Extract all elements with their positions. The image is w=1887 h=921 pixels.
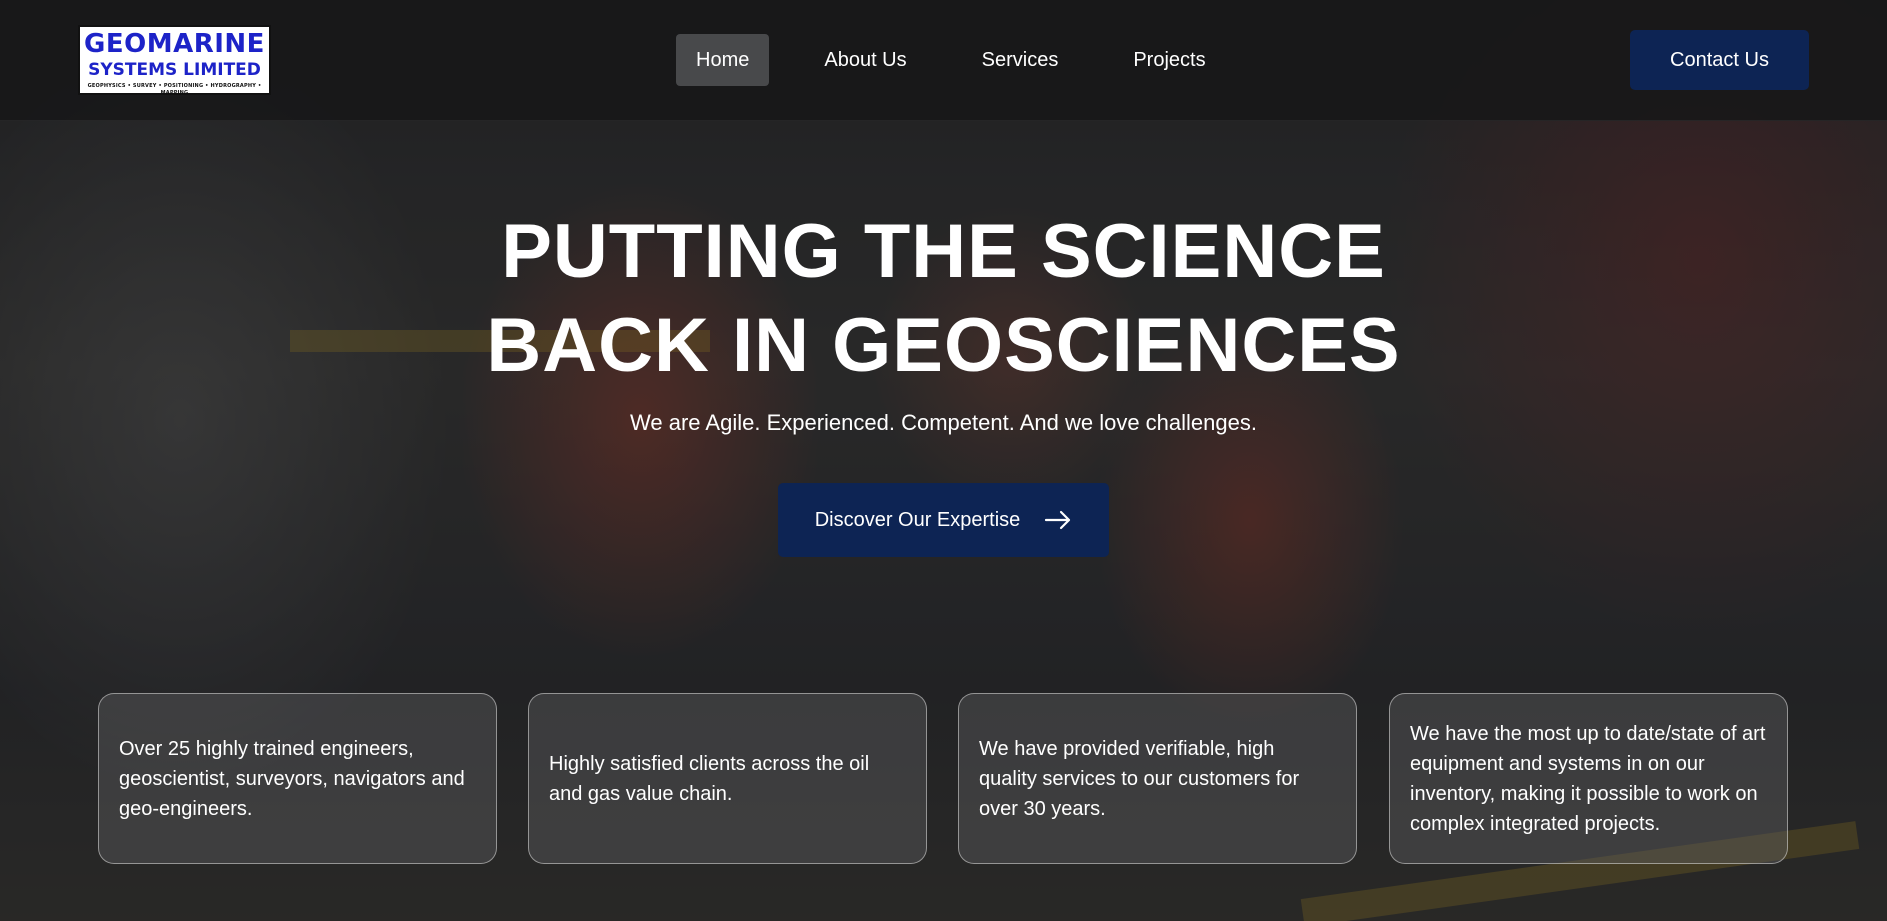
feature-card-text: We have the most up to date/state of art… — [1410, 722, 1766, 835]
hero-subtitle: We are Agile. Experienced. Competent. An… — [630, 410, 1257, 435]
arrow-right-icon — [1045, 510, 1071, 530]
feature-card-text: Over 25 highly trained engineers, geosci… — [119, 737, 465, 820]
nav-link-about-us[interactable]: About Us — [804, 34, 926, 86]
contact-us-button[interactable]: Contact Us — [1630, 30, 1809, 90]
feature-card-experience: We have provided verifiable, high qualit… — [958, 693, 1357, 864]
logo-tagline: GEOPHYSICS • SURVEY • POSITIONING • HYDR… — [87, 83, 262, 96]
nav-link-services[interactable]: Services — [962, 34, 1079, 86]
feature-card-equipment: We have the most up to date/state of art… — [1389, 693, 1788, 864]
feature-card-clients: Highly satisfied clients across the oil … — [528, 693, 927, 864]
nav-link-projects[interactable]: Projects — [1113, 34, 1225, 86]
navbar: GEOMARINE SYSTEMS LIMITED GEOPHYSICS • S… — [0, 0, 1887, 121]
hero-title-line-2: BACK IN GEOSCIENCES — [486, 303, 1401, 388]
discover-expertise-button[interactable]: Discover Our Expertise — [778, 483, 1109, 557]
main-nav: Home About Us Services Projects — [676, 34, 1261, 86]
feature-card-engineers: Over 25 highly trained engineers, geosci… — [98, 693, 497, 864]
hero-title: PUTTING THE SCIENCE BACK IN GEOSCIENCES — [0, 205, 1887, 393]
page: GEOMARINE SYSTEMS LIMITED GEOPHYSICS • S… — [0, 0, 1887, 921]
hero-title-line-1: PUTTING THE SCIENCE — [501, 209, 1386, 294]
logo-title: GEOMARINE — [84, 29, 265, 59]
logo-subtitle: SYSTEMS LIMITED — [88, 60, 261, 80]
feature-card-text: We have provided verifiable, high qualit… — [979, 737, 1300, 820]
discover-expertise-label: Discover Our Expertise — [814, 508, 1021, 531]
feature-card-text: Highly satisfied clients across the oil … — [549, 752, 870, 805]
nav-link-home[interactable]: Home — [676, 34, 770, 86]
company-logo[interactable]: GEOMARINE SYSTEMS LIMITED GEOPHYSICS • S… — [78, 25, 271, 96]
